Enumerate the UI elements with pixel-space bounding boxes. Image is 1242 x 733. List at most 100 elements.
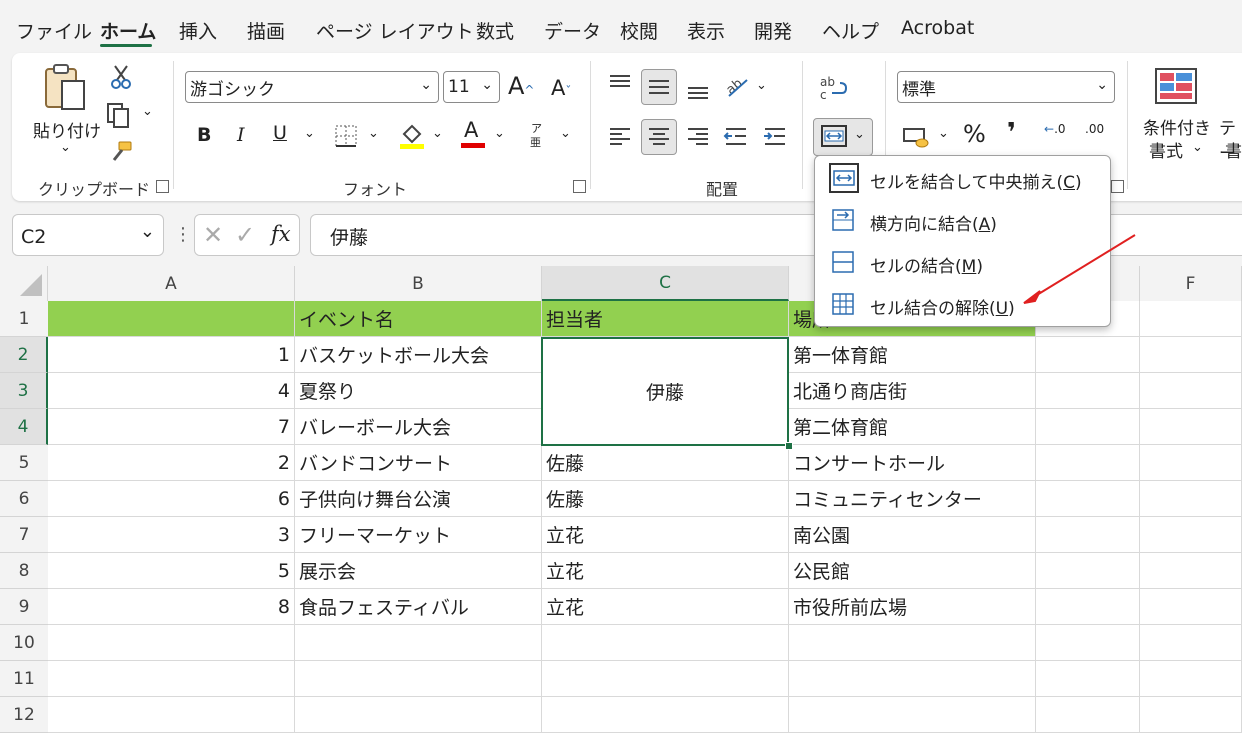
table-cell[interactable]: 担当者	[542, 301, 789, 337]
row-header[interactable]: 9	[0, 589, 48, 625]
table-cell[interactable]: 2	[48, 445, 295, 481]
align-left-icon[interactable]	[607, 124, 633, 150]
align-center-button[interactable]	[641, 119, 677, 155]
underline-chevron-icon[interactable]: ⌄	[304, 126, 315, 141]
row-header[interactable]: 6	[0, 481, 48, 517]
table-cell[interactable]	[1140, 589, 1242, 625]
table-cell[interactable]	[789, 697, 1036, 733]
table-cell[interactable]	[1036, 337, 1140, 373]
select-all-button[interactable]	[0, 266, 48, 301]
decrease-decimal-button[interactable]: .00	[1085, 122, 1104, 136]
merge-center-button[interactable]: ⌄	[813, 118, 873, 156]
table-cell[interactable]: 夏祭り	[295, 373, 542, 409]
table-cell[interactable]	[1140, 661, 1242, 697]
table-cell[interactable]: コミュニティセンター	[789, 481, 1036, 517]
align-middle-button[interactable]	[641, 69, 677, 105]
table-cell[interactable]	[789, 625, 1036, 661]
enter-icon[interactable]: ✓	[235, 221, 255, 249]
tab-home[interactable]: ホーム	[100, 17, 156, 44]
tab-view[interactable]: 表示	[687, 17, 725, 44]
table-cell[interactable]	[542, 625, 789, 661]
shrink-font-button[interactable]: Aˇ	[551, 76, 571, 100]
tab-page-layout[interactable]: ページ レイアウト	[316, 17, 474, 44]
table-format-label-2[interactable]: 書	[1225, 137, 1242, 162]
table-cell[interactable]	[48, 625, 295, 661]
paste-chevron-icon[interactable]: ⌄	[60, 140, 71, 155]
table-cell[interactable]: 佐藤	[542, 481, 789, 517]
italic-button[interactable]: I	[237, 124, 245, 146]
underline-button[interactable]: U	[273, 122, 287, 144]
table-cell[interactable]	[1036, 481, 1140, 517]
fill-color-icon[interactable]	[398, 120, 426, 150]
table-cell[interactable]: 第二体育館	[789, 409, 1036, 445]
paste-label[interactable]: 貼り付け	[33, 117, 101, 142]
table-cell[interactable]	[1036, 373, 1140, 409]
table-cell[interactable]	[789, 661, 1036, 697]
decrease-indent-icon[interactable]	[723, 124, 749, 150]
table-cell[interactable]: 南公園	[789, 517, 1036, 553]
table-cell[interactable]: 第一体育館	[789, 337, 1036, 373]
copy-chevron-icon[interactable]: ⌄	[142, 104, 153, 119]
border-chevron-icon[interactable]: ⌄	[368, 126, 379, 141]
table-cell[interactable]	[1036, 625, 1140, 661]
tab-formulas[interactable]: 数式	[476, 17, 514, 44]
increase-indent-icon[interactable]	[762, 124, 788, 150]
table-cell[interactable]	[1140, 409, 1242, 445]
table-cell[interactable]: 8	[48, 589, 295, 625]
table-cell[interactable]	[1140, 337, 1242, 373]
tab-help[interactable]: ヘルプ	[822, 17, 879, 44]
table-cell[interactable]: フリーマーケット	[295, 517, 542, 553]
clipboard-launcher-icon[interactable]	[156, 180, 169, 193]
row-header[interactable]: 3	[0, 373, 48, 409]
currency-chevron-icon[interactable]: ⌄	[938, 126, 949, 141]
table-cell[interactable]	[1036, 409, 1140, 445]
row-header[interactable]: 8	[0, 553, 48, 589]
tab-insert[interactable]: 挿入	[179, 17, 217, 44]
border-icon[interactable]	[334, 124, 358, 148]
table-cell[interactable]	[48, 661, 295, 697]
row-header[interactable]: 5	[0, 445, 48, 481]
bold-button[interactable]: B	[197, 124, 211, 146]
table-cell[interactable]	[1140, 445, 1242, 481]
table-cell[interactable]	[1036, 661, 1140, 697]
insert-function-button[interactable]: fx	[271, 222, 291, 246]
table-cell[interactable]: 5	[48, 553, 295, 589]
row-header[interactable]: 1	[0, 301, 48, 337]
table-cell[interactable]: 食品フェスティバル	[295, 589, 542, 625]
wrap-text-button[interactable]: ab c	[818, 73, 848, 103]
table-cell[interactable]: 立花	[542, 517, 789, 553]
table-cell[interactable]	[1140, 301, 1242, 337]
row-header[interactable]: 2	[0, 337, 48, 373]
table-cell[interactable]: バスケットボール大会	[295, 337, 542, 373]
table-cell[interactable]: 7	[48, 409, 295, 445]
table-cell[interactable]: 市役所前広場	[789, 589, 1036, 625]
row-header[interactable]: 7	[0, 517, 48, 553]
orientation-icon[interactable]: ab	[723, 72, 751, 100]
tab-developer[interactable]: 開発	[754, 17, 792, 44]
name-box[interactable]: C2 ⌄	[12, 214, 164, 256]
row-header[interactable]: 11	[0, 661, 48, 697]
table-cell[interactable]	[1036, 589, 1140, 625]
number-launcher-icon[interactable]	[1111, 180, 1124, 193]
table-cell[interactable]	[542, 661, 789, 697]
table-cell[interactable]: 子供向け舞台公演	[295, 481, 542, 517]
table-cell[interactable]	[1036, 517, 1140, 553]
cancel-icon[interactable]: ✕	[203, 221, 223, 249]
table-cell[interactable]: 北通り商店街	[789, 373, 1036, 409]
align-bottom-icon[interactable]	[685, 76, 711, 102]
table-cell[interactable]	[542, 697, 789, 733]
table-cell[interactable]: 展示会	[295, 553, 542, 589]
table-cell[interactable]: 1	[48, 337, 295, 373]
grow-font-button[interactable]: A^	[508, 72, 534, 100]
fill-color-chevron-icon[interactable]: ⌄	[432, 126, 443, 141]
font-color-button[interactable]: A	[464, 118, 478, 142]
percent-button[interactable]: %	[963, 120, 986, 148]
font-color-chevron-icon[interactable]: ⌄	[494, 126, 505, 141]
cut-icon[interactable]	[108, 64, 134, 90]
table-cell[interactable]: 4	[48, 373, 295, 409]
table-cell[interactable]	[295, 661, 542, 697]
table-cell[interactable]: バンドコンサート	[295, 445, 542, 481]
table-cell[interactable]	[48, 301, 295, 337]
font-name-select[interactable]: 游ゴシック ⌄	[185, 71, 439, 103]
row-header[interactable]: 12	[0, 697, 48, 733]
